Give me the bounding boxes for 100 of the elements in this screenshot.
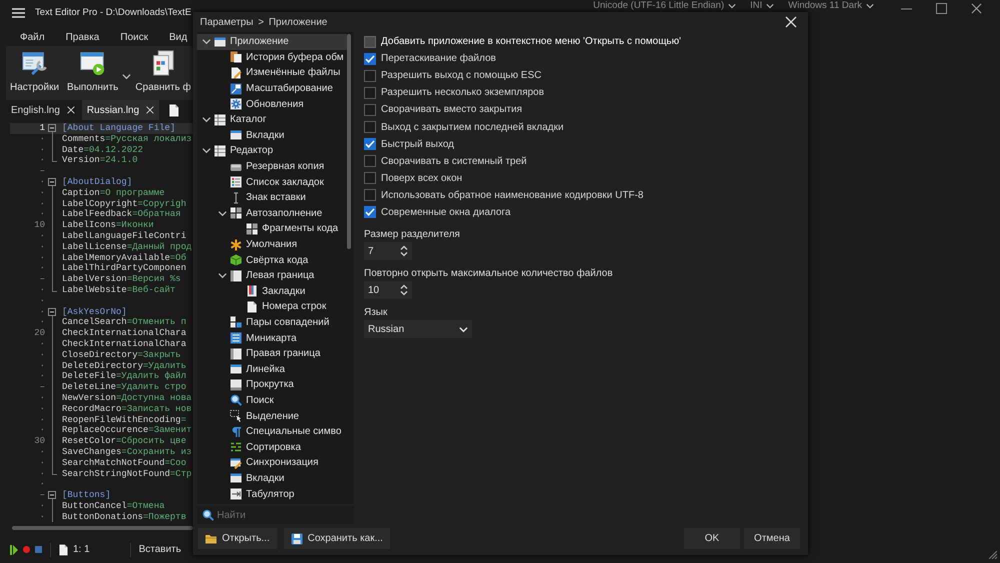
chevron-down-icon[interactable] xyxy=(218,208,226,218)
open-button[interactable]: Открыть... xyxy=(198,528,277,549)
play-icon[interactable] xyxy=(10,544,18,554)
fold-toggle-icon[interactable] xyxy=(48,178,56,186)
tree-item[interactable]: Специальные симво xyxy=(197,424,347,440)
resize-grip-icon[interactable] xyxy=(989,551,997,559)
checkbox[interactable] xyxy=(364,155,376,168)
up-down-arrows-icon[interactable] xyxy=(400,284,408,296)
tree-item[interactable]: Синхронизация xyxy=(197,455,347,471)
tree-item[interactable]: Правая граница xyxy=(197,346,347,362)
tree-item[interactable]: Вкладки xyxy=(197,470,347,486)
pilcrow-icon xyxy=(230,426,242,438)
maximize-icon[interactable] xyxy=(936,3,947,14)
save-button[interactable]: Сохранить как... xyxy=(284,528,390,549)
fold-toggle-icon[interactable] xyxy=(48,491,56,500)
checkbox[interactable] xyxy=(364,86,376,99)
chevron-down-icon[interactable] xyxy=(202,115,210,124)
tree-item[interactable]: Резервная копия xyxy=(197,158,347,174)
checkbox[interactable] xyxy=(364,52,376,65)
toolbar-button[interactable]: Выполнить xyxy=(67,50,118,93)
checkbox[interactable] xyxy=(364,206,376,218)
cube-icon xyxy=(230,254,242,266)
number-field[interactable]: 10 xyxy=(364,281,412,300)
tree-item[interactable]: Пары совпадений xyxy=(197,314,347,330)
gutter-mark: – xyxy=(38,382,46,393)
scrollbar-thumb[interactable] xyxy=(347,34,351,249)
search-field[interactable]: Найти xyxy=(197,506,354,524)
tree-item[interactable]: Умолчания xyxy=(197,236,347,252)
checkbox[interactable] xyxy=(364,189,376,202)
tree-item[interactable]: Левая граница xyxy=(197,268,347,284)
close-icon[interactable] xyxy=(971,3,982,14)
fold-toggle-icon[interactable] xyxy=(48,124,56,132)
menu-item[interactable]: Правка xyxy=(66,32,100,42)
chevron-down-icon[interactable] xyxy=(202,146,210,156)
gutter-mark: · xyxy=(38,404,46,415)
tree-item[interactable]: Номера строк xyxy=(197,299,347,315)
dropdown[interactable]: Unicode (UTF-16 Little Endian) xyxy=(593,0,736,11)
tree-item[interactable]: Прокрутка xyxy=(197,377,347,393)
field-label: Язык xyxy=(364,307,388,320)
tree-item[interactable]: Обновления xyxy=(197,96,347,112)
tree-item[interactable]: Выделение xyxy=(197,408,347,424)
dialog-button[interactable]: Отмена xyxy=(744,528,800,549)
breadcrumb: Параметры > Приложение xyxy=(200,16,328,28)
checkbox-label: Разрешить выход с помощью ESC xyxy=(381,70,542,82)
chevron-down-icon[interactable] xyxy=(202,37,210,46)
tree-item[interactable]: Вкладки xyxy=(197,128,347,144)
menu-icon[interactable] xyxy=(12,8,25,18)
scrollbar-thumb[interactable] xyxy=(12,526,193,530)
tree-item[interactable]: Знак вставки xyxy=(197,190,347,206)
up-down-arrows-icon[interactable] xyxy=(400,245,408,258)
tree-item[interactable]: Свёртка кода xyxy=(197,252,347,268)
tree-item[interactable]: Каталог xyxy=(197,112,347,128)
gutter-mark: · xyxy=(38,371,46,382)
chevron-down-icon[interactable] xyxy=(122,72,132,81)
window-icon xyxy=(214,36,226,48)
tree-item[interactable]: Миникарта xyxy=(197,330,347,346)
menu-item[interactable]: Файл xyxy=(20,32,45,42)
tree-item[interactable]: Поиск xyxy=(197,392,347,408)
checkbox[interactable] xyxy=(364,70,376,82)
tree-item[interactable]: Табулятор xyxy=(197,486,347,502)
document-icon[interactable] xyxy=(169,104,180,116)
language-dropdown[interactable]: Russian xyxy=(364,320,472,338)
selection-icon xyxy=(230,410,242,422)
code-line: Caption=О программе xyxy=(62,188,165,199)
checkbox[interactable] xyxy=(364,36,376,48)
code-line: CloseDirectory=Закрыть xyxy=(62,350,181,361)
checkbox[interactable] xyxy=(364,172,376,184)
checkbox[interactable] xyxy=(364,138,376,150)
search-icon xyxy=(230,394,242,406)
record-icon[interactable] xyxy=(23,546,30,553)
checkbox-label: Перетаскивание файлов xyxy=(381,53,496,64)
checkbox[interactable] xyxy=(364,121,376,134)
tree-item[interactable]: Список закладок xyxy=(197,174,347,190)
chevron-down-icon[interactable] xyxy=(218,271,226,280)
tree-item[interactable]: Изменённые файлы xyxy=(197,65,347,81)
menu-item[interactable]: Вид xyxy=(169,32,188,42)
code-line: CheckInternationalChara xyxy=(62,338,186,350)
toolbar-button[interactable]: Сравнить ф xyxy=(135,50,191,93)
tree-item[interactable]: Линейка xyxy=(197,361,347,378)
tree-item[interactable]: Автозаполнение xyxy=(197,206,347,222)
tab[interactable]: Russian.lng xyxy=(82,100,160,120)
toolbar-button[interactable]: Настройки xyxy=(10,50,60,93)
menu-item[interactable]: Поиск xyxy=(120,32,148,42)
tree-item[interactable]: Масштабирование xyxy=(197,80,347,96)
tree-item[interactable]: Сортировка xyxy=(197,439,347,456)
checkbox[interactable] xyxy=(364,104,376,116)
tree-item[interactable]: Фрагменты кода xyxy=(197,221,347,237)
dropdown[interactable]: INI xyxy=(750,0,774,11)
tree-item[interactable]: Закладки xyxy=(197,284,347,300)
code-line: [AboutDialog] xyxy=(62,176,132,188)
checkbox-label: Использовать обратное наименование кодировки UTF-8 xyxy=(381,190,644,201)
fold-toggle-icon[interactable] xyxy=(48,308,56,316)
dialog-button[interactable]: OK xyxy=(684,528,740,549)
chevron-down-icon xyxy=(866,2,874,10)
tree-item[interactable]: Приложение xyxy=(197,34,347,50)
number-field[interactable]: 7 xyxy=(364,242,412,260)
insert-mode[interactable]: Вставить xyxy=(138,544,182,555)
dropdown[interactable]: Windows 11 Dark xyxy=(788,0,874,11)
tree-item[interactable]: История буфера обм xyxy=(197,50,347,66)
tree-item[interactable]: Редактор xyxy=(197,143,347,159)
